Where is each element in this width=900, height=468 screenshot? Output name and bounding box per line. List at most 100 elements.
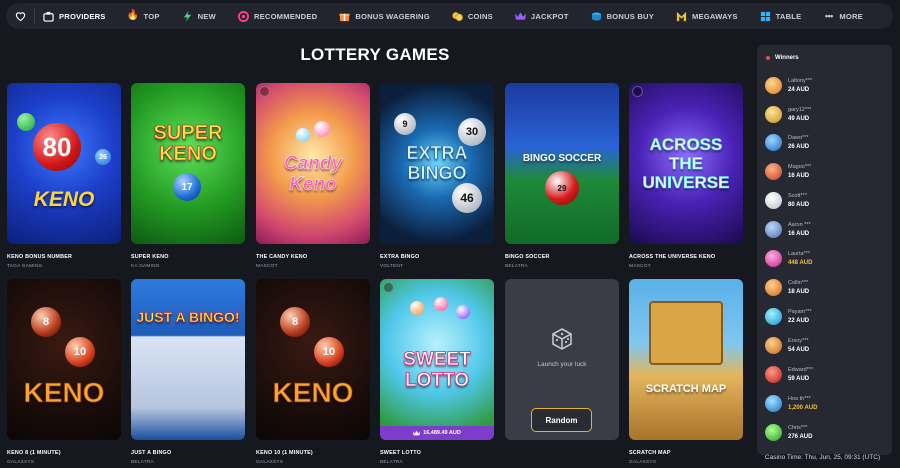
game-thumbnail[interactable]: 9 30 EXTRA BINGO 46 bbox=[380, 83, 494, 244]
game-thumbnail[interactable]: JUST A BINGO! bbox=[131, 279, 245, 440]
providers-icon bbox=[43, 11, 54, 22]
random-game-panel: Launch your luck Random bbox=[505, 279, 619, 440]
winner-item[interactable]: Hoa th*** 1,200 AUD bbox=[765, 395, 817, 412]
game-card[interactable]: 8 10 KENO KENO 8 (1 MINUTE) GALAXSYS bbox=[7, 279, 121, 465]
game-avatar bbox=[765, 308, 782, 325]
game-thumbnail[interactable]: SUPER KENO 17 bbox=[131, 83, 245, 244]
game-provider: GALAXSYS bbox=[256, 460, 284, 465]
winner-item[interactable]: Laltony*** 24 AUD bbox=[765, 77, 812, 94]
game-card[interactable]: SUPER KENO 17 SUPER KENO KA GAMING bbox=[131, 83, 245, 269]
nav-label: PROVIDERS bbox=[59, 11, 106, 21]
game-thumbnail[interactable]: 8 10 KENO bbox=[7, 279, 121, 440]
megaways-icon bbox=[676, 11, 687, 22]
game-card[interactable]: JUST A BINGO! JUST A BINGO BELATRA bbox=[131, 279, 245, 465]
game-avatar bbox=[765, 424, 782, 441]
nav-item-coins[interactable]: COINS bbox=[452, 11, 493, 22]
winner-name: Laltony*** bbox=[788, 78, 813, 84]
nav-item-new[interactable]: NEW bbox=[182, 10, 216, 22]
game-card[interactable]: 8 10 KENO KENO 10 (1 MINUTE) GALAXSYS bbox=[256, 279, 370, 465]
game-provider: MASCOT bbox=[629, 264, 651, 269]
ball-graphic: 9 bbox=[394, 113, 416, 135]
winner-item[interactable]: gary12*** 49 AUD bbox=[765, 106, 811, 123]
winners-title: Winners bbox=[775, 55, 799, 61]
ball-graphic bbox=[296, 128, 310, 142]
winner-item[interactable]: Ersoy*** 54 AUD bbox=[765, 337, 809, 354]
page-title: LOTTERY GAMES bbox=[300, 45, 450, 64]
nav-label: MEGAWAYS bbox=[691, 11, 738, 21]
game-thumbnail[interactable]: SCRATCH MAP bbox=[629, 279, 743, 440]
nav-item-table[interactable]: TABLE bbox=[760, 11, 802, 22]
nav-item-bonus-wagering[interactable]: BONUS WAGERING bbox=[339, 11, 430, 22]
winner-name: Hoa th*** bbox=[788, 396, 811, 402]
game-thumbnail[interactable]: SWEET LOTTO 16,489.49 AUD bbox=[380, 279, 494, 440]
nav-item-top[interactable]: 🔥 TOP bbox=[126, 10, 160, 22]
game-thumbnail[interactable]: 8 10 KENO bbox=[256, 279, 370, 440]
game-thumbnail[interactable]: BINGO SOCCER 29 bbox=[505, 83, 619, 244]
nav-item-recommended[interactable]: RECOMMENDED bbox=[237, 10, 318, 22]
game-thumbnail[interactable]: ACROSS THE UNIVERSE bbox=[629, 83, 743, 244]
winner-item[interactable]: Scott*** 80 AUD bbox=[765, 192, 809, 209]
game-card[interactable]: 80 26 KENO KENO BONUS NUMBER TAGA GAMING bbox=[7, 83, 121, 269]
winner-name: Collin*** bbox=[788, 280, 809, 286]
flame-icon: 🔥 bbox=[126, 10, 140, 21]
winner-item[interactable]: Payam*** 22 AUD bbox=[765, 308, 812, 325]
game-card[interactable]: 9 30 EXTRA BINGO 46 EXTRA BINGO VOLTENT bbox=[380, 83, 494, 269]
nav-label: BONUS WAGERING bbox=[355, 11, 430, 21]
random-button[interactable]: Random bbox=[531, 408, 592, 432]
winner-item[interactable]: Collin*** 18 AUD bbox=[765, 279, 809, 296]
winners-panel: Winners Laltony*** 24 AUD gary12*** 49 AUD… bbox=[757, 45, 892, 455]
game-provider: BELATRA bbox=[131, 460, 154, 465]
winner-amount: 59 AUD bbox=[788, 376, 810, 382]
winner-item[interactable]: Edward*** 59 AUD bbox=[765, 366, 813, 383]
winners-header: Winners bbox=[757, 45, 892, 61]
nav-item-jackpot[interactable]: JACKPOT bbox=[514, 11, 569, 22]
more-icon: ••• bbox=[824, 10, 833, 21]
jackpot-amount: 16,489.49 AUD bbox=[423, 430, 461, 436]
winner-item[interactable]: Dawo*** 26 AUD bbox=[765, 134, 809, 151]
winner-amount: 24 AUD bbox=[788, 87, 810, 93]
winner-item[interactable]: Magoo*** 16 AUD bbox=[765, 163, 811, 180]
winner-item[interactable]: Aaron *** 16 AUD bbox=[765, 221, 811, 238]
game-card[interactable]: SWEET LOTTO 16,489.49 AUD SWEET LOTTO BE… bbox=[380, 279, 494, 465]
coins-icon bbox=[452, 11, 463, 22]
ball-graphic bbox=[456, 305, 470, 319]
winner-name: Dawo*** bbox=[788, 135, 809, 141]
winner-item[interactable]: Laurta*** 448 AUD bbox=[765, 250, 812, 267]
nav-item-bonus-buy[interactable]: BONUS BUY bbox=[591, 11, 654, 22]
game-art-logo: ACROSS THE UNIVERSE bbox=[642, 135, 730, 193]
nav-item-megaways[interactable]: MEGAWAYS bbox=[676, 11, 738, 22]
ball-graphic bbox=[410, 301, 424, 315]
nav-label: COINS bbox=[467, 11, 493, 21]
game-art-logo bbox=[649, 301, 723, 365]
game-provider: TAGA GAMING bbox=[7, 264, 43, 269]
nav-item-providers[interactable]: PROVIDERS bbox=[43, 11, 106, 22]
ball-graphic: 8 bbox=[31, 307, 61, 337]
game-avatar bbox=[765, 77, 782, 94]
bonus-buy-icon bbox=[591, 11, 602, 22]
game-card[interactable]: ACROSS THE UNIVERSE ACROSS THE UNIVERSE … bbox=[629, 83, 743, 269]
winner-name: Chris*** bbox=[788, 425, 808, 431]
winner-item[interactable]: Chris*** 276 AUD bbox=[765, 424, 812, 441]
game-name: BINGO SOCCER bbox=[505, 254, 550, 260]
game-name: JUST A BINGO bbox=[131, 450, 172, 456]
game-art-logo: Candy Keno bbox=[283, 153, 343, 196]
game-card[interactable]: BINGO SOCCER 29 BINGO SOCCER BELATRA bbox=[505, 83, 619, 269]
winner-amount: 80 AUD bbox=[788, 202, 810, 208]
game-name: THE CANDY KENO bbox=[256, 254, 308, 260]
category-nav: PROVIDERS 🔥 TOP NEW RECOMMENDED BONUS WA… bbox=[6, 3, 893, 29]
game-thumbnail[interactable]: 80 26 KENO bbox=[7, 83, 121, 244]
ball-graphic: 10 bbox=[314, 337, 344, 367]
nav-item-more[interactable]: ••• MORE bbox=[823, 11, 863, 22]
game-avatar bbox=[765, 366, 782, 383]
winner-amount: 16 AUD bbox=[788, 231, 810, 237]
game-provider: MASCOT bbox=[256, 264, 278, 269]
winner-amount: 22 AUD bbox=[788, 318, 810, 324]
game-card[interactable]: SCRATCH MAP SCRATCH MAP GALAXSYS bbox=[629, 279, 743, 465]
game-card[interactable]: Candy Keno THE CANDY KENO MASCOT bbox=[256, 83, 370, 269]
favorites-button[interactable] bbox=[6, 3, 34, 29]
nav-label: RECOMMENDED bbox=[253, 11, 318, 21]
game-thumbnail[interactable]: Candy Keno bbox=[256, 83, 370, 244]
winner-name: Payam*** bbox=[788, 309, 812, 315]
nav-label: MORE bbox=[839, 11, 863, 21]
ball-graphic bbox=[314, 121, 330, 137]
